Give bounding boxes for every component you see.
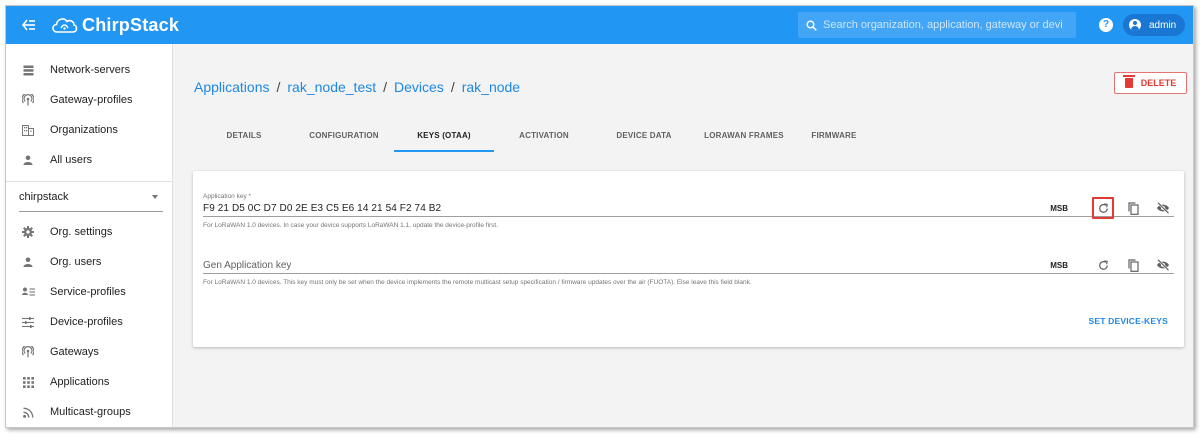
app-window: ChirpStack ? admin Network-servers [5, 5, 1194, 428]
gateway-profile-icon [6, 94, 50, 106]
user-name: admin [1149, 19, 1177, 31]
app-key-generate-button[interactable] [1092, 197, 1114, 219]
sidebar-item-label: Gateways [50, 346, 99, 358]
sidebar-item-organizations[interactable]: Organizations [6, 115, 172, 145]
breadcrumb-separator: / [276, 79, 281, 95]
organization-icon [6, 124, 50, 136]
gen-app-key-field: Gen Application key MSB For LoRaWAN 1.0 … [203, 257, 1174, 286]
chirpstack-logo[interactable]: ChirpStack [50, 15, 179, 36]
refresh-icon [1098, 259, 1108, 270]
trash-icon [1122, 75, 1135, 88]
device-keys-form: Application key * F9 21 D5 0C D7 D0 2E E… [193, 171, 1184, 347]
gen-app-key-byte-order-toggle[interactable]: MSB [1050, 261, 1068, 270]
sidebar-item-label: Applications [50, 376, 110, 388]
app-key-helper-text: For LoRaWAN 1.0 devices. In case your de… [203, 222, 499, 229]
app-name: ChirpStack [82, 14, 180, 35]
apps-icon [6, 376, 50, 388]
gen-app-key-generate-button[interactable] [1092, 254, 1114, 276]
app-key-byte-order-toggle[interactable]: MSB [1050, 204, 1068, 213]
app-key-visibility-button[interactable] [1152, 197, 1174, 219]
delete-button[interactable]: DELETE [1114, 72, 1187, 94]
breadcrumb-devices[interactable]: Devices [394, 79, 444, 95]
search-icon [806, 20, 817, 31]
app-key-actions: MSB [1050, 197, 1174, 219]
sidebar: Network-servers Gateway-profiles Organiz… [6, 44, 173, 427]
tab-activation[interactable]: ACTIVATION [494, 122, 594, 152]
account-icon [1129, 19, 1141, 31]
visibility-off-icon [1157, 259, 1170, 271]
app-key-copy-button[interactable] [1122, 197, 1144, 219]
device-tabs: DETAILS CONFIGURATION KEYS (OTAA) ACTIVA… [194, 122, 874, 152]
user-menu-chip[interactable]: admin [1123, 14, 1185, 36]
delete-button-label: DELETE [1140, 78, 1177, 88]
sidebar-item-label: Network-servers [50, 64, 131, 76]
app-key-label: Application key * [203, 193, 252, 200]
tab-firmware[interactable]: FIRMWARE [794, 122, 874, 152]
search-box[interactable] [798, 12, 1076, 38]
tab-details[interactable]: DETAILS [194, 122, 294, 152]
rss-icon [6, 407, 50, 418]
top-app-bar: ChirpStack ? admin [6, 6, 1193, 44]
tab-lorawan-frames[interactable]: LORAWAN FRAMES [694, 122, 794, 152]
app-key-input[interactable]: F9 21 D5 0C D7 D0 2E E3 C5 E6 14 21 54 F… [203, 203, 441, 214]
server-icon [6, 65, 50, 76]
sidebar-item-label: Multicast-groups [50, 406, 131, 418]
gen-app-key-copy-button[interactable] [1122, 254, 1144, 276]
breadcrumb-application[interactable]: rak_node_test [287, 79, 376, 95]
gen-app-key-helper-text: For LoRaWAN 1.0 devices. This key must o… [203, 279, 752, 286]
sidebar-item-label: Gateway-profiles [50, 94, 133, 106]
service-profile-icon [6, 287, 50, 297]
breadcrumb-separator: / [450, 79, 455, 95]
sidebar-item-network-servers[interactable]: Network-servers [6, 55, 172, 85]
gateway-icon [6, 346, 50, 358]
visibility-off-icon [1157, 202, 1170, 214]
gen-app-key-visibility-button[interactable] [1152, 254, 1174, 276]
tab-configuration[interactable]: CONFIGURATION [294, 122, 394, 152]
breadcrumb: Applications / rak_node_test / Devices /… [194, 79, 520, 95]
cloud-logo-icon [52, 18, 78, 33]
sidebar-item-label: Service-profiles [50, 286, 126, 298]
gear-icon [6, 226, 50, 238]
tune-icon [6, 316, 50, 328]
sidebar-item-gateways[interactable]: Gateways [6, 337, 172, 367]
user-icon [6, 155, 50, 165]
user-icon [6, 257, 50, 267]
menu-collapse-icon[interactable] [10, 6, 48, 44]
sidebar-item-all-users[interactable]: All users [6, 145, 172, 175]
copy-icon [1127, 201, 1139, 215]
gen-app-key-input-row[interactable]: Gen Application key MSB [203, 257, 1174, 274]
breadcrumb-separator: / [383, 79, 388, 95]
sidebar-item-label: Organizations [50, 124, 118, 136]
refresh-icon [1098, 202, 1108, 213]
tab-keys-otaa[interactable]: KEYS (OTAA) [394, 122, 494, 152]
gen-app-key-input[interactable]: Gen Application key [203, 260, 291, 271]
sidebar-item-org-settings[interactable]: Org. settings [6, 217, 172, 247]
help-icon[interactable]: ? [1099, 18, 1113, 32]
breadcrumb-applications[interactable]: Applications [194, 79, 270, 95]
chevron-down-icon [152, 194, 158, 199]
sidebar-item-multicast-groups[interactable]: Multicast-groups [6, 397, 172, 427]
sidebar-item-device-profiles[interactable]: Device-profiles [6, 307, 172, 337]
sidebar-item-label: Org. users [50, 256, 102, 268]
app-key-field: Application key * F9 21 D5 0C D7 D0 2E E… [203, 193, 1174, 229]
organization-select-value: chirpstack [19, 190, 69, 203]
sidebar-item-label: Org. settings [50, 226, 113, 238]
sidebar-item-applications[interactable]: Applications [6, 367, 172, 397]
sidebar-item-gateway-profiles[interactable]: Gateway-profiles [6, 85, 172, 115]
tab-device-data[interactable]: DEVICE DATA [594, 122, 694, 152]
sidebar-item-org-users[interactable]: Org. users [6, 247, 172, 277]
set-device-keys-button[interactable]: SET DEVICE-KEYS [1088, 316, 1168, 326]
app-key-input-row[interactable]: F9 21 D5 0C D7 D0 2E E3 C5 E6 14 21 54 F… [203, 197, 1174, 219]
sidebar-item-service-profiles[interactable]: Service-profiles [6, 277, 172, 307]
breadcrumb-device: rak_node [461, 79, 521, 95]
search-input[interactable] [823, 19, 1063, 31]
organization-select[interactable]: chirpstack [19, 182, 163, 212]
main-content: Applications / rak_node_test / Devices /… [174, 44, 1193, 427]
sidebar-item-label: Device-profiles [50, 316, 123, 328]
copy-icon [1127, 258, 1139, 272]
gen-app-key-actions: MSB [1050, 254, 1174, 276]
sidebar-item-label: All users [50, 154, 93, 166]
